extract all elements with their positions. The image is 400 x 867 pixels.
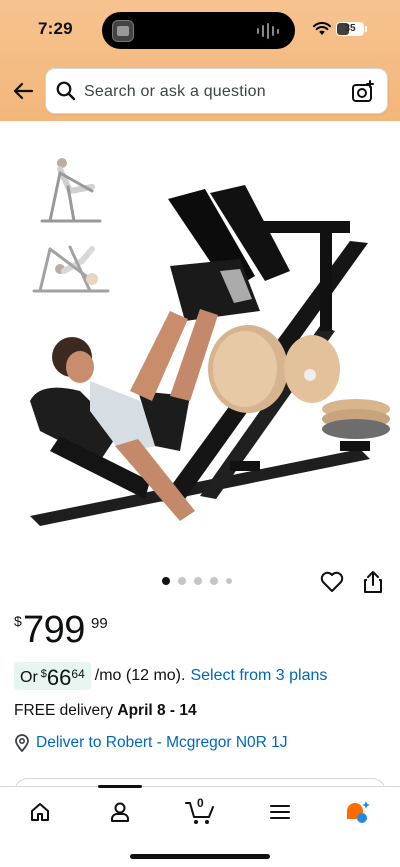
camera-lens-icon[interactable] (351, 80, 375, 104)
share-icon[interactable] (363, 570, 383, 594)
installment-whole: 66 (46, 665, 72, 690)
pagination-dot-4[interactable] (210, 577, 218, 585)
wifi-icon (313, 22, 331, 35)
installment-term: /mo (12 mo). (94, 667, 186, 684)
pagination-dot-2[interactable] (178, 577, 186, 585)
audio-wave-icon (257, 23, 281, 39)
tab-menu[interactable] (260, 797, 300, 827)
pagination-dot-3[interactable] (194, 577, 202, 585)
installment-price-badge: Or $ 66 64 (14, 662, 91, 690)
price-whole: 799 (23, 609, 85, 651)
back-arrow-icon[interactable] (12, 80, 34, 102)
app-header: 7:29 35 Search or ask a question (0, 0, 400, 121)
search-bar[interactable]: Search or ask a question (45, 68, 388, 114)
account-icon (111, 802, 129, 822)
home-indicator (130, 854, 270, 859)
price-currency: $ (14, 613, 22, 629)
tab-home[interactable] (20, 797, 60, 827)
pagination-dot-1[interactable] (162, 577, 170, 585)
leg-press-machine-image[interactable] (20, 181, 390, 526)
heart-icon[interactable] (320, 571, 344, 593)
active-tab-indicator (98, 785, 142, 788)
tab-rufus[interactable] (338, 797, 378, 827)
delivery-dates: April 8 - 14 (117, 702, 197, 719)
select-plans-link[interactable]: Select from 3 plans (190, 667, 327, 685)
home-icon (31, 803, 49, 821)
cart-count: 0 (197, 796, 204, 810)
battery-icon: 35 (336, 22, 367, 36)
search-placeholder[interactable]: Search or ask a question (84, 83, 266, 101)
product-image-gallery[interactable] (0, 121, 400, 561)
tab-account[interactable] (100, 797, 140, 827)
pagination-dot-5[interactable] (226, 578, 232, 584)
status-time: 7:29 (38, 19, 73, 38)
now-playing-app-icon (112, 20, 134, 42)
image-pagination-dots[interactable] (162, 577, 232, 585)
delivery-info: FREE delivery April 8 - 14 (14, 702, 197, 720)
deliver-to-text[interactable]: Deliver to Robert - Mcgregor N0R 1J (36, 734, 288, 752)
battery-level: 35 (344, 23, 356, 34)
delivery-label: FREE delivery (14, 702, 118, 719)
price-fraction: 99 (91, 615, 108, 632)
status-bar: 7:29 35 (0, 0, 400, 58)
rufus-icon (347, 801, 370, 823)
search-icon (56, 81, 76, 101)
dynamic-island (102, 12, 295, 49)
location-pin-icon (15, 734, 29, 752)
menu-icon (270, 805, 290, 819)
deliver-to-link[interactable]: Deliver to Robert - Mcgregor N0R 1J (14, 734, 288, 752)
installment-prefix: Or (20, 669, 38, 686)
installment-plan: Or $ 66 64 /mo (12 mo). Select from 3 pl… (14, 662, 327, 690)
tab-cart[interactable]: 0 (180, 796, 220, 827)
installment-fraction: 64 (71, 667, 85, 681)
